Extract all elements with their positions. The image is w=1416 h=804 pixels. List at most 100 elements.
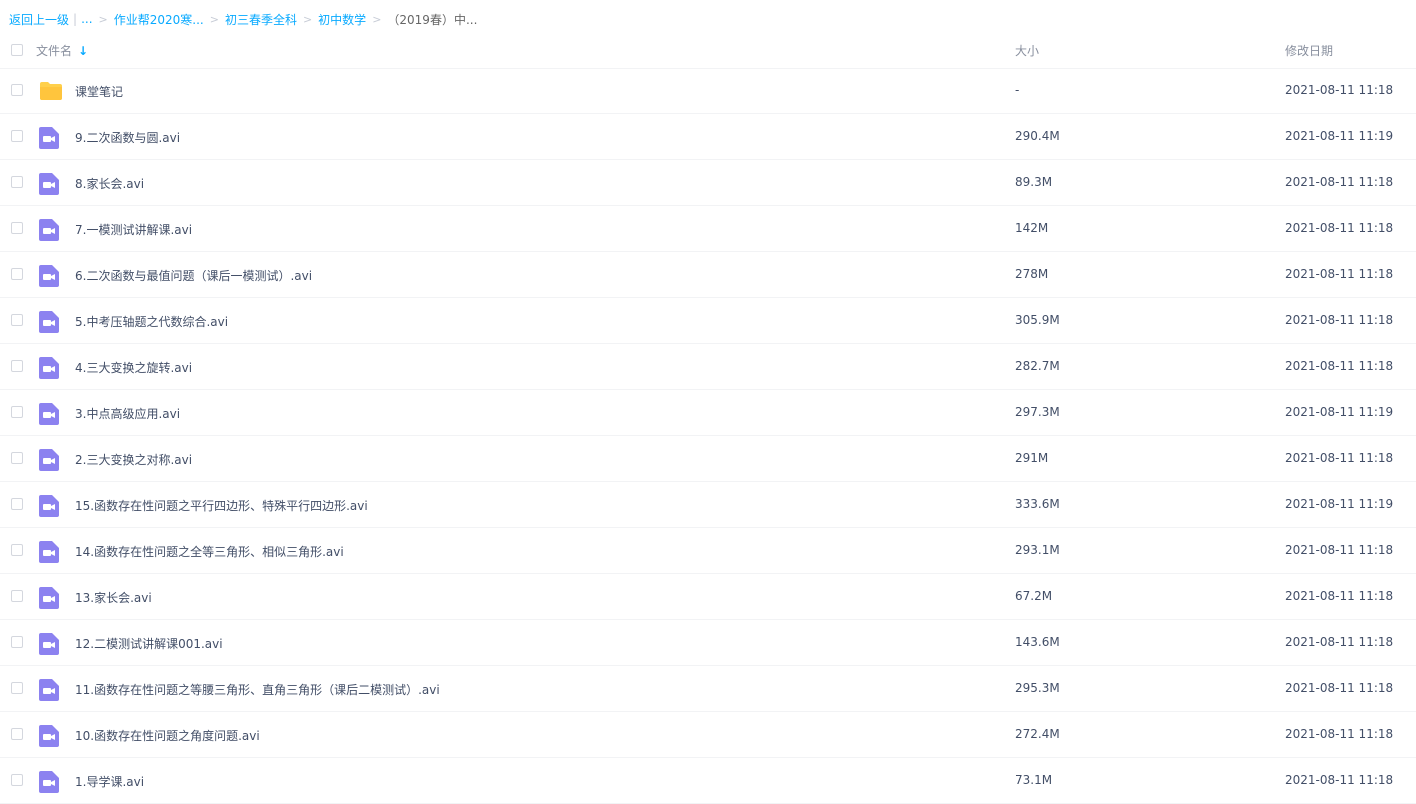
file-row[interactable]: 10.函数存在性问题之角度问题.avi 272.4M 2021-08-11 11:1… [0, 712, 1416, 758]
file-date: 2021-08-11 11:18 [1285, 589, 1394, 603]
file-name-link[interactable]: 11.函数存在性问题之等腰三角形、直角三角形（课后二模测试）.avi [75, 681, 440, 698]
file-name-link[interactable]: 7.一模测试讲解课.avi [75, 221, 192, 238]
file-name-link[interactable]: 3.中点高级应用.avi [75, 405, 180, 422]
file-row[interactable]: 2.三大变换之对称.avi 291M 2021-08-11 11:18 [0, 436, 1416, 482]
file-name-link[interactable]: 6.二次函数与最值问题（课后一模测试）.avi [75, 267, 312, 284]
file-row[interactable]: 课堂笔记 - 2021-08-11 11:18 [0, 68, 1416, 114]
file-name-link[interactable]: 5.中考压轴题之代数综合.avi [75, 313, 228, 330]
row-checkbox[interactable] [11, 498, 23, 510]
column-header-name[interactable]: 文件名 ↓ [36, 42, 88, 59]
select-all-checkbox[interactable] [11, 44, 23, 56]
file-date: 2021-08-11 11:18 [1285, 773, 1394, 787]
breadcrumb-separator: | [73, 12, 78, 26]
file-row[interactable]: 11.函数存在性问题之等腰三角形、直角三角形（课后二模测试）.avi 295.3M… [0, 666, 1416, 712]
video-file-icon [37, 585, 61, 609]
file-date: 2021-08-11 11:18 [1285, 221, 1394, 235]
video-file-icon [37, 493, 61, 517]
file-date: 2021-08-11 11:19 [1285, 129, 1394, 143]
file-date: 2021-08-11 11:18 [1285, 681, 1394, 695]
video-file-icon [37, 309, 61, 333]
file-date: 2021-08-11 11:18 [1285, 635, 1394, 649]
row-checkbox[interactable] [11, 360, 23, 372]
video-file-icon [37, 539, 61, 563]
file-size: 278M [1015, 267, 1049, 281]
file-date: 2021-08-11 11:18 [1285, 267, 1394, 281]
chevron-right-icon: > [209, 12, 219, 26]
file-size: 143.6M [1015, 635, 1060, 649]
file-size: 297.3M [1015, 405, 1060, 419]
file-size: 295.3M [1015, 681, 1060, 695]
file-name-link[interactable]: 课堂笔记 [75, 83, 123, 100]
file-name-link[interactable]: 2.三大变换之对称.avi [75, 451, 192, 468]
breadcrumb-current: （2019春）中... [387, 12, 478, 27]
file-row[interactable]: 15.函数存在性问题之平行四边形、特殊平行四边形.avi 333.6M 2021-0… [0, 482, 1416, 528]
file-size: - [1015, 83, 1020, 97]
breadcrumb-item[interactable]: 初三春季全科 [225, 11, 297, 28]
file-row[interactable]: 8.家长会.avi 89.3M 2021-08-11 11:18 [0, 160, 1416, 206]
column-header-name-label: 文件名 [36, 44, 73, 58]
file-size: 272.4M [1015, 727, 1060, 741]
file-date: 2021-08-11 11:18 [1285, 727, 1394, 741]
row-checkbox[interactable] [11, 774, 23, 786]
row-checkbox[interactable] [11, 130, 23, 142]
breadcrumb: 返回上一级 | ... > 作业帮2020寒... > 初三春季全科 > 初中数… [9, 10, 477, 28]
column-header-size[interactable]: 大小 [1015, 42, 1039, 59]
arrow-down-icon: ↓ [78, 43, 89, 58]
file-date: 2021-08-11 11:18 [1285, 451, 1394, 465]
file-name-link[interactable]: 8.家长会.avi [75, 175, 144, 192]
back-link[interactable]: 返回上一级 [9, 11, 69, 28]
breadcrumb-ellipsis[interactable]: ... [81, 12, 92, 26]
file-row[interactable]: 3.中点高级应用.avi 297.3M 2021-08-11 11:19 [0, 390, 1416, 436]
chevron-right-icon: > [302, 12, 313, 26]
file-date: 2021-08-11 11:18 [1285, 83, 1394, 97]
row-checkbox[interactable] [11, 222, 23, 234]
chevron-right-icon: > [372, 12, 382, 26]
file-size: 333.6M [1015, 497, 1060, 511]
file-row[interactable]: 1.导学课.avi 73.1M 2021-08-11 11:18 [0, 758, 1416, 804]
file-name-link[interactable]: 10.函数存在性问题之角度问题.avi [75, 727, 260, 744]
row-checkbox[interactable] [11, 406, 23, 418]
row-checkbox[interactable] [11, 682, 23, 694]
video-file-icon [37, 769, 61, 793]
file-name-link[interactable]: 4.三大变换之旋转.avi [75, 359, 192, 376]
file-date: 2021-08-11 11:19 [1285, 405, 1394, 419]
row-checkbox[interactable] [11, 728, 23, 740]
column-header-date[interactable]: 修改日期 [1285, 42, 1333, 59]
row-checkbox[interactable] [11, 636, 23, 648]
video-file-icon [37, 171, 61, 195]
row-checkbox[interactable] [11, 314, 23, 326]
file-row[interactable]: 4.三大变换之旋转.avi 282.7M 2021-08-11 11:18 [0, 344, 1416, 390]
file-row[interactable]: 5.中考压轴题之代数综合.avi 305.9M 2021-08-11 11:18 [0, 298, 1416, 344]
video-file-icon [37, 677, 61, 701]
file-list-header: 文件名 ↓ 大小 修改日期 [0, 33, 1416, 69]
file-list: 课堂笔记 - 2021-08-11 11:18 9.二次函数与圆.avi 290.4M… [0, 68, 1416, 804]
file-name-link[interactable]: 14.函数存在性问题之全等三角形、相似三角形.avi [75, 543, 344, 560]
row-checkbox[interactable] [11, 590, 23, 602]
file-row[interactable]: 7.一模测试讲解课.avi 142M 2021-08-11 11:18 [0, 206, 1416, 252]
row-checkbox[interactable] [11, 544, 23, 556]
file-name-link[interactable]: 13.家长会.avi [75, 589, 152, 606]
file-row[interactable]: 14.函数存在性问题之全等三角形、相似三角形.avi 293.1M 2021-08-… [0, 528, 1416, 574]
file-date: 2021-08-11 11:18 [1285, 313, 1394, 327]
row-checkbox[interactable] [11, 84, 23, 96]
file-size: 293.1M [1015, 543, 1060, 557]
file-size: 305.9M [1015, 313, 1060, 327]
file-date: 2021-08-11 11:19 [1285, 497, 1394, 511]
breadcrumb-item[interactable]: 初中数学 [318, 11, 366, 28]
video-file-icon [37, 401, 61, 425]
row-checkbox[interactable] [11, 452, 23, 464]
file-size: 73.1M [1015, 773, 1053, 787]
row-checkbox[interactable] [11, 268, 23, 280]
file-size: 142M [1015, 221, 1049, 235]
file-row[interactable]: 13.家长会.avi 67.2M 2021-08-11 11:18 [0, 574, 1416, 620]
file-size: 282.7M [1015, 359, 1060, 373]
file-row[interactable]: 6.二次函数与最值问题（课后一模测试）.avi 278M 2021-08-11 11… [0, 252, 1416, 298]
file-name-link[interactable]: 12.二模测试讲解课001.avi [75, 635, 223, 652]
breadcrumb-item[interactable]: 作业帮2020寒... [114, 11, 204, 28]
row-checkbox[interactable] [11, 176, 23, 188]
file-row[interactable]: 12.二模测试讲解课001.avi 143.6M 2021-08-11 11:18 [0, 620, 1416, 666]
file-name-link[interactable]: 9.二次函数与圆.avi [75, 129, 180, 146]
video-file-icon [37, 631, 61, 655]
file-name-link[interactable]: 15.函数存在性问题之平行四边形、特殊平行四边形.avi [75, 497, 368, 514]
file-row[interactable]: 9.二次函数与圆.avi 290.4M 2021-08-11 11:19 [0, 114, 1416, 160]
